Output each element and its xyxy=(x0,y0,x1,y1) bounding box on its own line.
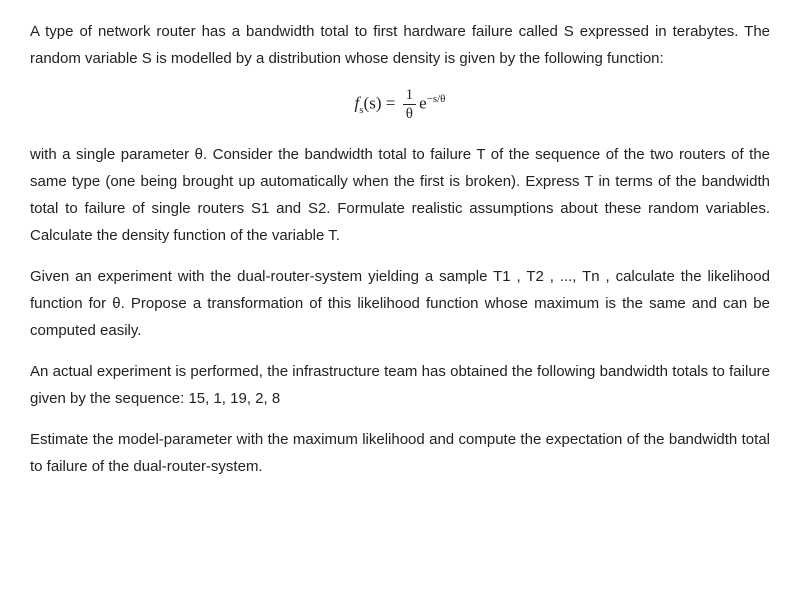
formula-fraction: 1θ xyxy=(403,86,417,123)
paragraph-5: Estimate the model-parameter with the ma… xyxy=(30,426,770,480)
formula-eq: = xyxy=(382,93,400,112)
formula-frac-den: θ xyxy=(403,105,417,123)
formula-e: e xyxy=(419,93,427,112)
formula-arg: (s) xyxy=(364,93,382,112)
paragraph-3: Given an experiment with the dual-router… xyxy=(30,263,770,344)
density-formula: fs(s) = 1θe−s/θ xyxy=(30,86,770,123)
formula-frac-num: 1 xyxy=(403,86,417,105)
paragraph-1: A type of network router has a bandwidth… xyxy=(30,18,770,72)
paragraph-2: with a single parameter θ. Consider the … xyxy=(30,141,770,249)
formula-exp: −s/θ xyxy=(427,93,446,105)
paragraph-4: An actual experiment is performed, the i… xyxy=(30,358,770,412)
